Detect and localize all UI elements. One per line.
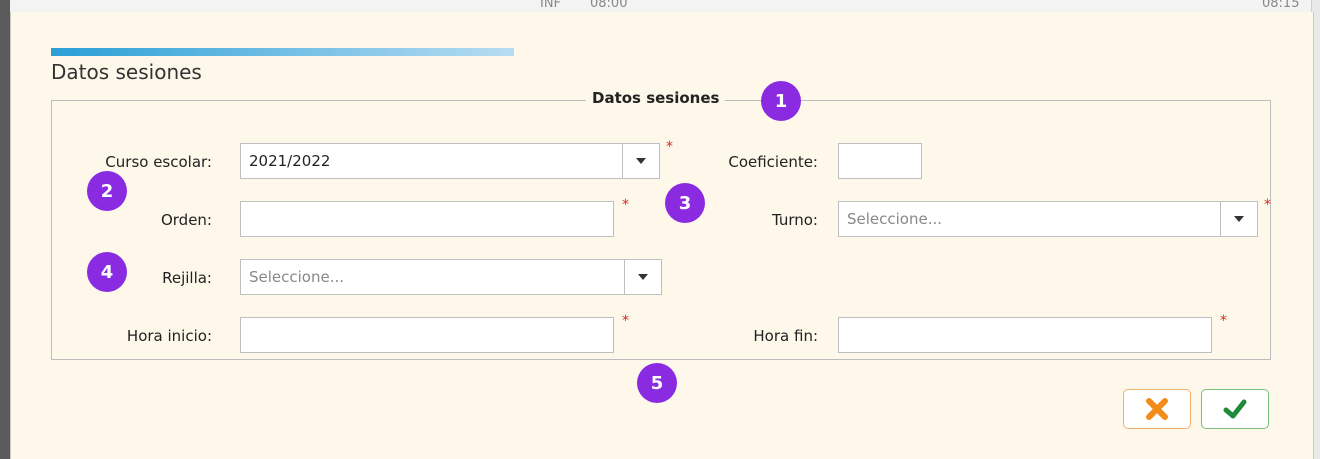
annotation-badge-2: 2 bbox=[87, 171, 127, 211]
curso-escolar-select[interactable]: 2021/2022 bbox=[240, 143, 660, 179]
turno-select[interactable]: Seleccione... bbox=[838, 201, 1258, 237]
fieldset-legend: Datos sesiones bbox=[586, 89, 726, 107]
required-marker: * bbox=[622, 313, 629, 329]
annotation-badge-3: 3 bbox=[665, 183, 705, 223]
required-marker: * bbox=[622, 197, 629, 213]
curso-escolar-value: 2021/2022 bbox=[249, 152, 331, 170]
confirm-button[interactable] bbox=[1201, 389, 1269, 429]
coeficiente-input[interactable] bbox=[838, 143, 922, 179]
chevron-down-icon[interactable] bbox=[622, 144, 659, 178]
orden-label: Orden: bbox=[160, 211, 212, 229]
orden-input[interactable] bbox=[240, 201, 614, 237]
dialog-title: Datos sesiones bbox=[51, 60, 202, 84]
background-text: 08:00 bbox=[590, 0, 628, 11]
hora-inicio-label: Hora inicio: bbox=[126, 327, 212, 345]
hora-fin-input[interactable] bbox=[838, 317, 1212, 353]
check-icon bbox=[1223, 399, 1247, 419]
background-text: INF bbox=[540, 0, 562, 11]
hora-inicio-input[interactable] bbox=[240, 317, 614, 353]
coeficiente-label: Coeficiente: bbox=[728, 153, 818, 171]
required-marker: * bbox=[1220, 313, 1227, 329]
close-icon bbox=[1146, 398, 1168, 420]
rejilla-placeholder: Seleccione... bbox=[249, 268, 345, 286]
annotation-badge-5: 5 bbox=[637, 363, 677, 403]
background-panel-left bbox=[0, 0, 10, 459]
annotation-badge-4: 4 bbox=[87, 252, 127, 292]
cancel-button[interactable] bbox=[1123, 389, 1191, 429]
background-text: 08:15 bbox=[1262, 0, 1300, 11]
title-accent-bar bbox=[51, 48, 514, 56]
chevron-down-icon[interactable] bbox=[1220, 202, 1257, 236]
rejilla-select[interactable]: Seleccione... bbox=[240, 259, 662, 295]
required-marker: * bbox=[1264, 197, 1271, 213]
chevron-down-icon[interactable] bbox=[624, 260, 661, 294]
datos-sesiones-fieldset: Datos sesiones Curso escolar: 2021/2022 … bbox=[51, 89, 1271, 360]
turno-placeholder: Seleccione... bbox=[847, 210, 943, 228]
curso-escolar-label: Curso escolar: bbox=[105, 153, 212, 171]
annotation-badge-1: 1 bbox=[761, 81, 801, 121]
datos-sesiones-dialog: Datos sesiones Datos sesiones Curso esco… bbox=[10, 12, 1314, 459]
hora-fin-label: Hora fin: bbox=[753, 327, 818, 345]
